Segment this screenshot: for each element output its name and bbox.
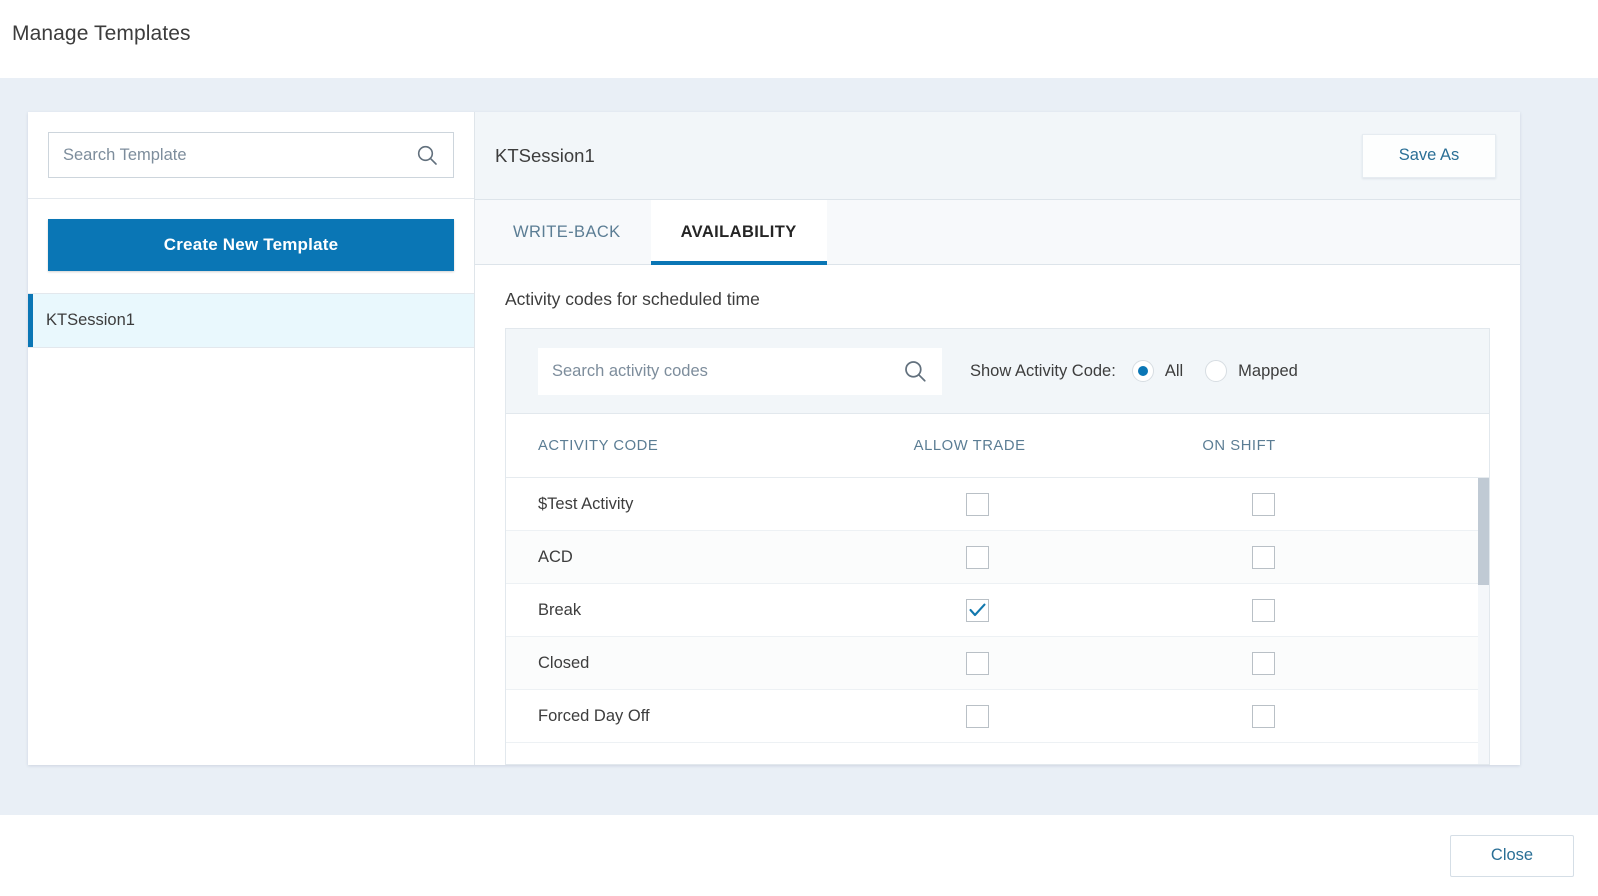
template-list-panel: Create New Template KTSession1 xyxy=(28,112,475,765)
search-activity-codes-input[interactable] xyxy=(538,362,902,381)
activity-code-cell: ACD xyxy=(538,548,914,567)
template-name: KTSession1 xyxy=(46,311,135,330)
activity-search-box[interactable] xyxy=(538,348,942,395)
search-icon[interactable] xyxy=(415,143,453,167)
allow-trade-cell xyxy=(914,652,1203,675)
on-shift-cell xyxy=(1202,652,1489,675)
activity-code-cell: $Test Activity xyxy=(538,495,914,514)
detail-header: KTSession1 Save As xyxy=(475,112,1520,200)
template-title: KTSession1 xyxy=(495,145,1362,167)
radio-mapped-label: Mapped xyxy=(1238,362,1298,381)
template-search-box[interactable] xyxy=(48,132,454,178)
template-detail-panel: KTSession1 Save As WRITE-BACK AVAILABILI… xyxy=(475,112,1520,765)
on-shift-checkbox[interactable] xyxy=(1252,652,1275,675)
allow-trade-checkbox[interactable] xyxy=(966,705,989,728)
allow-trade-checkbox[interactable] xyxy=(966,599,989,622)
radio-mapped[interactable]: Mapped xyxy=(1205,360,1298,382)
tab-bar: WRITE-BACK AVAILABILITY xyxy=(475,200,1520,265)
radio-indicator-icon xyxy=(1132,360,1154,382)
dialog-footer: Close xyxy=(0,815,1598,896)
save-as-button[interactable]: Save As xyxy=(1362,134,1496,178)
table-row[interactable]: Closed xyxy=(506,637,1489,690)
on-shift-cell xyxy=(1202,493,1489,516)
allow-trade-cell xyxy=(914,705,1203,728)
allow-trade-checkbox[interactable] xyxy=(966,546,989,569)
vertical-scrollbar[interactable] xyxy=(1478,478,1489,764)
manage-templates-dialog: Create New Template KTSession1 KTSession… xyxy=(28,112,1520,765)
on-shift-cell xyxy=(1202,705,1489,728)
activity-toolbar: Show Activity Code: All Mapped xyxy=(506,329,1489,413)
allow-trade-cell xyxy=(914,599,1203,622)
activity-table-body-scroll: $Test Activity ACD xyxy=(506,478,1489,764)
activity-table-body: $Test Activity ACD xyxy=(506,478,1489,743)
checkmark-icon xyxy=(969,603,986,617)
activity-table-header: ACTIVITY CODE ALLOW TRADE ON SHIFT xyxy=(506,413,1489,478)
column-header-activity-code: ACTIVITY CODE xyxy=(538,438,914,454)
on-shift-cell xyxy=(1202,546,1489,569)
on-shift-cell xyxy=(1202,599,1489,622)
allow-trade-cell xyxy=(914,493,1203,516)
radio-all[interactable]: All xyxy=(1132,360,1183,382)
search-template-input[interactable] xyxy=(49,146,415,165)
table-row[interactable]: Forced Day Off xyxy=(506,690,1489,743)
template-search-container xyxy=(28,112,474,199)
radio-indicator-icon xyxy=(1205,360,1227,382)
page-title: Manage Templates xyxy=(0,0,1598,46)
availability-tab-content: Activity codes for scheduled time Show A… xyxy=(475,265,1520,765)
tab-write-back[interactable]: WRITE-BACK xyxy=(483,200,651,264)
activity-code-cell: Closed xyxy=(538,654,914,673)
on-shift-checkbox[interactable] xyxy=(1252,493,1275,516)
activity-code-cell: Forced Day Off xyxy=(538,707,914,726)
scrollbar-thumb[interactable] xyxy=(1478,478,1489,585)
section-label: Activity codes for scheduled time xyxy=(505,289,1490,310)
on-shift-checkbox[interactable] xyxy=(1252,599,1275,622)
activity-code-cell: Break xyxy=(538,601,914,620)
table-row[interactable]: ACD xyxy=(506,531,1489,584)
show-activity-code-radio-group: Show Activity Code: All Mapped xyxy=(970,360,1320,382)
create-new-template-button[interactable]: Create New Template xyxy=(48,219,454,271)
table-row[interactable]: $Test Activity xyxy=(506,478,1489,531)
activity-codes-panel: Show Activity Code: All Mapped ACTIVITY … xyxy=(505,328,1490,765)
column-header-on-shift: ON SHIFT xyxy=(1202,438,1489,454)
close-button[interactable]: Close xyxy=(1450,835,1574,877)
list-item[interactable]: KTSession1 xyxy=(28,294,474,348)
allow-trade-checkbox[interactable] xyxy=(966,493,989,516)
allow-trade-cell xyxy=(914,546,1203,569)
template-list: KTSession1 xyxy=(28,294,474,765)
table-row[interactable]: Break xyxy=(506,584,1489,637)
allow-trade-checkbox[interactable] xyxy=(966,652,989,675)
tab-availability[interactable]: AVAILABILITY xyxy=(651,200,827,264)
radio-all-label: All xyxy=(1165,362,1183,381)
on-shift-checkbox[interactable] xyxy=(1252,705,1275,728)
on-shift-checkbox[interactable] xyxy=(1252,546,1275,569)
column-header-allow-trade: ALLOW TRADE xyxy=(914,438,1203,454)
show-activity-code-label: Show Activity Code: xyxy=(970,362,1116,381)
create-template-container: Create New Template xyxy=(28,199,474,294)
search-icon[interactable] xyxy=(902,358,942,384)
